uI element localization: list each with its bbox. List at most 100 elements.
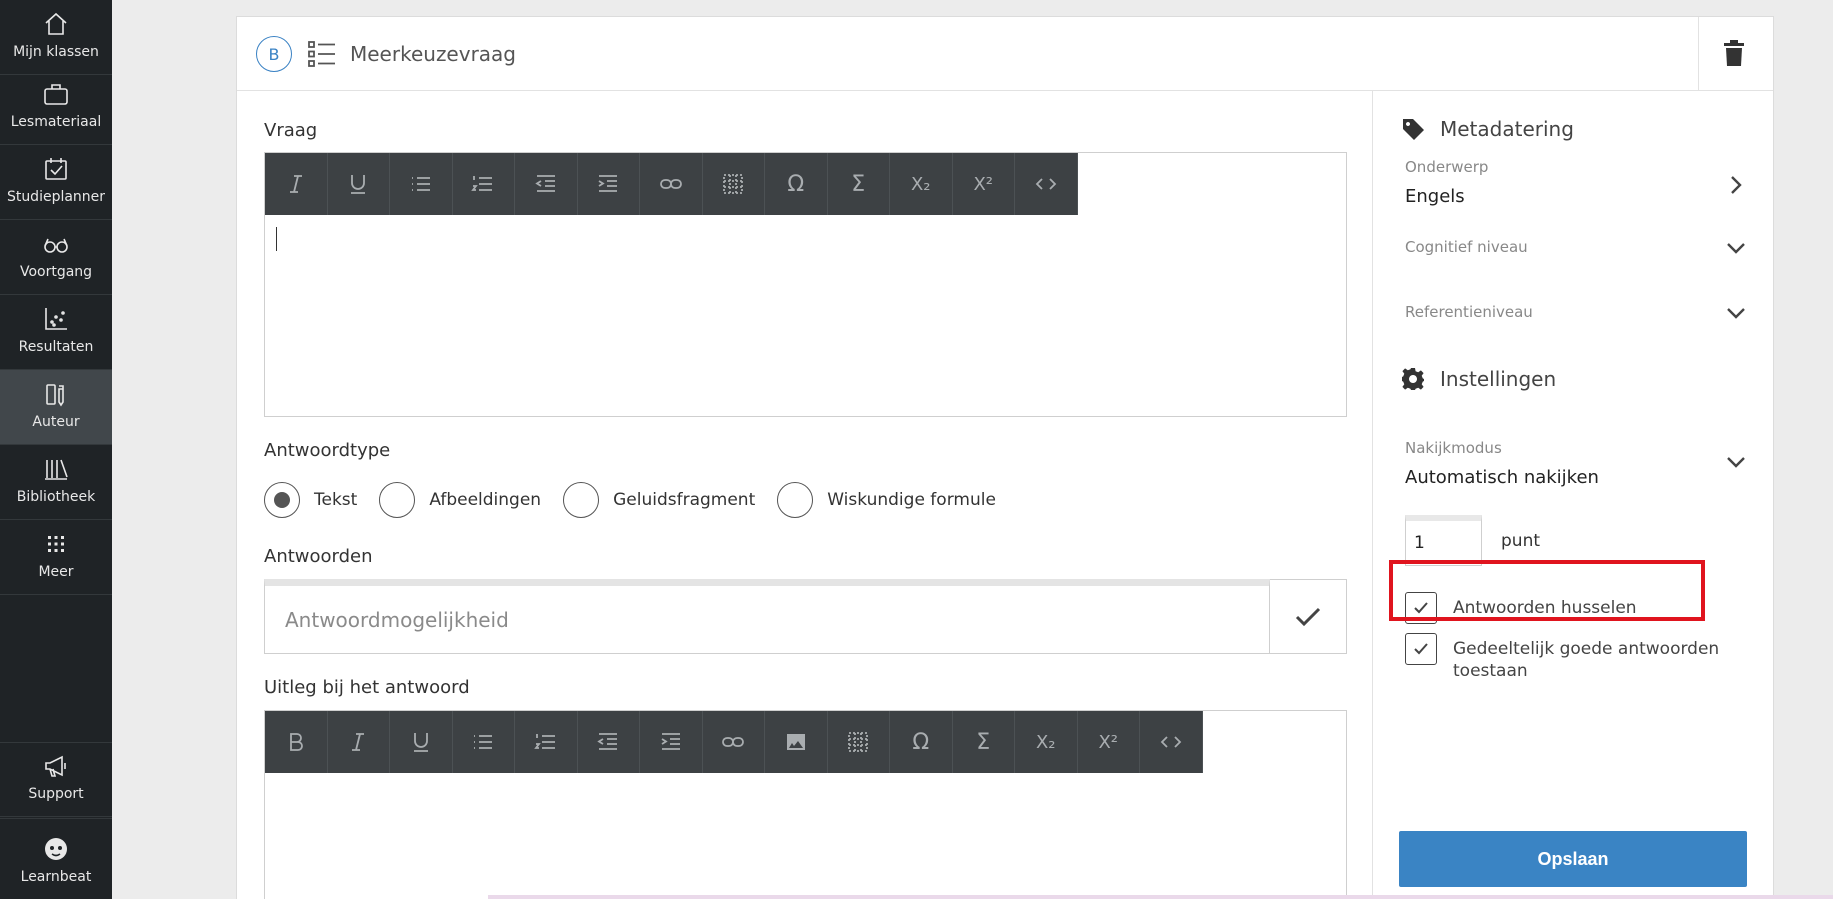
points-label: punt bbox=[1501, 531, 1541, 551]
omega-button[interactable]: Ω bbox=[890, 711, 953, 773]
omega-icon: Ω bbox=[912, 729, 930, 755]
sidebar-item-mijn-klassen[interactable]: Mijn klassen bbox=[0, 0, 112, 75]
sigma-icon: Σ bbox=[976, 729, 991, 755]
explanation-editor[interactable]: Ω Σ X₂ X² bbox=[264, 710, 1347, 899]
outdent-button[interactable] bbox=[515, 153, 578, 215]
sidebar-item-label: Mijn klassen bbox=[13, 44, 99, 60]
question-editor[interactable]: Ω Σ X₂ X² bbox=[264, 152, 1347, 417]
superscript-button[interactable]: X² bbox=[953, 153, 1015, 215]
sidebar-item-resultaten[interactable]: Resultaten bbox=[0, 295, 112, 370]
chevron-down-icon[interactable] bbox=[1725, 451, 1747, 473]
save-button[interactable]: Opslaan bbox=[1399, 831, 1747, 887]
sidebar-item-label: Support bbox=[28, 786, 84, 802]
subscript-icon: X₂ bbox=[1035, 731, 1056, 753]
trash-icon[interactable] bbox=[1721, 39, 1749, 69]
grading-mode-label: Nakijkmodus bbox=[1405, 439, 1502, 457]
bold-button[interactable] bbox=[265, 711, 328, 773]
sidebar-item-bibliotheek[interactable]: Bibliotheek bbox=[0, 445, 112, 520]
radio-circle bbox=[777, 482, 814, 518]
sigma-button[interactable]: Σ bbox=[828, 153, 890, 215]
explanation-label: Uitleg bij het antwoord bbox=[264, 677, 470, 698]
radio-wiskundige-formule[interactable]: Wiskundige formule bbox=[777, 482, 996, 518]
points-input[interactable] bbox=[1405, 515, 1482, 566]
outdent-button[interactable] bbox=[578, 711, 640, 773]
chevron-down-icon[interactable] bbox=[1725, 237, 1747, 259]
sidebar-item-label: Bibliotheek bbox=[16, 489, 96, 505]
add-answer-button[interactable] bbox=[1270, 579, 1347, 654]
sidebar-item-meer[interactable]: Meer bbox=[0, 520, 112, 595]
radio-circle bbox=[379, 482, 416, 518]
megaphone-icon bbox=[42, 752, 70, 780]
cognitive-level-label[interactable]: Cognitief niveau bbox=[1405, 238, 1528, 256]
sidebar-item-support[interactable]: Support bbox=[0, 742, 112, 817]
subject-value[interactable]: Engels bbox=[1405, 186, 1465, 207]
superscript-icon: X² bbox=[973, 173, 994, 195]
radio-label: Afbeeldingen bbox=[429, 490, 542, 510]
omega-button[interactable]: Ω bbox=[765, 153, 828, 215]
sidebar-item-lesmateriaal[interactable]: Lesmateriaal bbox=[0, 70, 112, 145]
question-label: Vraag bbox=[264, 120, 318, 141]
radio-tekst[interactable]: Tekst bbox=[264, 482, 357, 518]
radio-dot bbox=[274, 492, 290, 508]
bullet-list-button[interactable] bbox=[390, 153, 453, 215]
indent-button[interactable] bbox=[578, 153, 640, 215]
sidebar-item-label: Learnbeat bbox=[20, 869, 92, 885]
explanation-text-area[interactable] bbox=[265, 773, 1346, 899]
sidebar-item-auteur[interactable]: Auteur bbox=[0, 370, 112, 445]
highlight-box bbox=[1389, 560, 1705, 621]
sidebar-item-label: Meer bbox=[38, 564, 74, 580]
numbered-list-button[interactable] bbox=[515, 711, 578, 773]
sigma-icon: Σ bbox=[851, 171, 866, 197]
code-button[interactable] bbox=[1140, 711, 1203, 773]
gear-icon bbox=[1402, 368, 1424, 390]
header-divider bbox=[1698, 17, 1699, 91]
page-title: Meerkeuzevraag bbox=[350, 42, 517, 66]
image-button[interactable] bbox=[765, 711, 828, 773]
link-button[interactable] bbox=[640, 153, 703, 215]
calendar-check-icon bbox=[42, 155, 70, 183]
table-button[interactable] bbox=[828, 711, 890, 773]
reference-level-label[interactable]: Referentieniveau bbox=[1405, 303, 1533, 321]
link-button[interactable] bbox=[703, 711, 765, 773]
home-icon bbox=[42, 10, 70, 38]
question-text-area[interactable] bbox=[265, 215, 1346, 416]
library-icon bbox=[42, 455, 70, 483]
settings-panel: Metadatering Onderwerp Engels Cognitief … bbox=[1372, 91, 1773, 899]
explanation-toolbar: Ω Σ X₂ X² bbox=[265, 711, 1203, 773]
radio-afbeeldingen[interactable]: Afbeeldingen bbox=[379, 482, 541, 518]
answer-type-group: Tekst Afbeeldingen Geluidsfragment Wisku… bbox=[264, 480, 1018, 520]
check-icon bbox=[1295, 607, 1321, 626]
italic-button[interactable] bbox=[265, 153, 328, 215]
chevron-right-icon[interactable] bbox=[1725, 174, 1747, 196]
bullet-list-button[interactable] bbox=[453, 711, 515, 773]
text-caret bbox=[276, 227, 277, 251]
tag-icon bbox=[1403, 119, 1424, 140]
sidebar-item-voortgang[interactable]: Voortgang bbox=[0, 220, 112, 295]
sidebar-item-studieplanner[interactable]: Studieplanner bbox=[0, 145, 112, 220]
question-editor-card: B Meerkeuzevraag Vraag Ω Σ X₂ X² Antwoor… bbox=[236, 16, 1774, 899]
indent-button[interactable] bbox=[640, 711, 703, 773]
partial-answers-checkbox[interactable]: Gedeeltelijk goede antwoorden toestaan bbox=[1405, 633, 1723, 682]
superscript-button[interactable]: X² bbox=[1078, 711, 1140, 773]
underline-button[interactable] bbox=[390, 711, 453, 773]
subscript-button[interactable]: X₂ bbox=[890, 153, 953, 215]
answer-option-input[interactable] bbox=[264, 579, 1270, 654]
sigma-button[interactable]: Σ bbox=[953, 711, 1015, 773]
radio-label: Tekst bbox=[314, 490, 358, 510]
grading-mode-value[interactable]: Automatisch nakijken bbox=[1405, 467, 1599, 488]
superscript-icon: X² bbox=[1098, 731, 1119, 753]
answers-label: Antwoorden bbox=[264, 546, 373, 567]
chevron-down-icon[interactable] bbox=[1725, 302, 1747, 324]
underline-button[interactable] bbox=[328, 153, 390, 215]
question-toolbar: Ω Σ X₂ X² bbox=[265, 153, 1078, 215]
subscript-button[interactable]: X₂ bbox=[1015, 711, 1078, 773]
table-button[interactable] bbox=[703, 153, 765, 215]
numbered-list-button[interactable] bbox=[453, 153, 515, 215]
radio-geluidsfragment[interactable]: Geluidsfragment bbox=[563, 482, 755, 518]
sidebar-item-label: Auteur bbox=[32, 414, 80, 430]
code-button[interactable] bbox=[1015, 153, 1078, 215]
italic-button[interactable] bbox=[328, 711, 390, 773]
question-badge: B bbox=[256, 36, 292, 72]
sidebar-item-learnbeat[interactable]: Learnbeat bbox=[0, 818, 112, 899]
subscript-icon: X₂ bbox=[910, 173, 931, 195]
